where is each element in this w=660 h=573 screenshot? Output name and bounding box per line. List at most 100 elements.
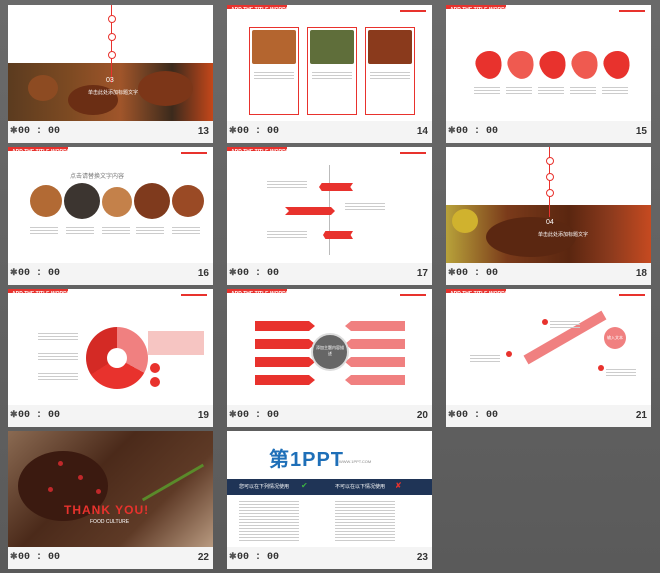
slide-timing: 00 : 00 — [456, 410, 499, 421]
slide-thumbnail-22[interactable]: THANK YOU! FOOD CULTURE ✱ 00 : 00 22 — [8, 431, 213, 569]
slide-footer: ✱ 00 : 00 16 — [8, 263, 213, 285]
slide-thumbnail-19[interactable]: ADD THE TITLE WORDS ✱ 00 : 00 19 — [8, 289, 213, 427]
slide-footer: ✱ 00 : 00 15 — [446, 121, 651, 143]
star-icon[interactable]: ✱ — [10, 125, 18, 136]
caption-lines — [254, 72, 294, 80]
caption-lines — [38, 373, 78, 381]
marker-dot — [598, 365, 604, 371]
leaf-shape — [536, 48, 570, 82]
slide-number: 18 — [635, 268, 647, 279]
accent-line — [181, 152, 207, 154]
slide-preview: ADD THE TITLE WORDS 点击请替换文字内容 — [8, 147, 213, 263]
timeline-dot — [546, 189, 554, 197]
slide-footer: ✱ 00 : 00 19 — [8, 405, 213, 427]
forbidden-heading: 不可以在以下情况使用 — [335, 484, 386, 490]
overlay-number: 03 — [106, 77, 114, 84]
pie-center — [107, 348, 127, 368]
header-label: ADD THE TITLE WORDS — [12, 291, 71, 297]
slide-timing: 00 : 00 — [237, 268, 280, 279]
star-icon[interactable]: ✱ — [229, 409, 237, 420]
slide-thumbnail-17[interactable]: ADD THE TITLE WORDS ✱ 00 : 00 17 — [227, 147, 432, 285]
slide-number: 23 — [416, 552, 428, 563]
star-icon[interactable]: ✱ — [229, 551, 237, 562]
food-circle — [30, 185, 62, 217]
arrow-bar — [255, 375, 315, 385]
food-circle — [134, 183, 170, 219]
slide-footer: ✱ 00 : 00 20 — [227, 405, 432, 427]
slide-timing: 00 : 00 — [18, 410, 61, 421]
timeline-dot — [108, 51, 116, 59]
caption-lines — [136, 227, 164, 235]
pepper-dot — [96, 489, 101, 494]
accent-line — [619, 10, 645, 12]
star-icon[interactable]: ✱ — [448, 125, 456, 136]
timeline-dot — [546, 157, 554, 165]
caption-lines — [570, 87, 596, 95]
slide-timing: 00 : 00 — [237, 552, 280, 563]
slide-thumbnail-15[interactable]: ADD THE TITLE WORDS ✱ 00 : 00 15 — [446, 5, 651, 143]
star-icon[interactable]: ✱ — [10, 267, 18, 278]
arrow-bar — [255, 357, 315, 367]
slide-thumbnail-21[interactable]: ADD THE TITLE WORDS 输入文本 ✱ 00 : 00 21 — [446, 289, 651, 427]
caption-lines — [38, 353, 78, 361]
slide-preview: ADD THE TITLE WORDS — [227, 5, 432, 121]
ribbon — [323, 231, 353, 239]
ribbon — [319, 183, 353, 191]
center-text: 添加主题内容描述 — [316, 345, 344, 356]
leaf-shape — [568, 48, 602, 82]
caption-lines — [30, 227, 58, 235]
food-photo — [310, 30, 354, 64]
slide-number: 22 — [197, 552, 209, 563]
accent-line — [619, 294, 645, 296]
slide-thumbnail-14[interactable]: ADD THE TITLE WORDS ✱ 00 : 00 14 — [227, 5, 432, 143]
growth-arrow — [523, 310, 607, 365]
caption-lines — [470, 355, 500, 363]
caption-lines — [370, 72, 410, 80]
arrow-bar — [345, 375, 405, 385]
caption-lines — [506, 87, 532, 95]
slide-thumbnail-20[interactable]: ADD THE TITLE WORDS 添加主题内容描述 ✱ 00 : 00 2… — [227, 289, 432, 427]
photo-card — [307, 27, 357, 115]
star-icon[interactable]: ✱ — [229, 125, 237, 136]
steak-shape — [138, 71, 193, 106]
leaf-shape — [504, 48, 538, 82]
star-icon[interactable]: ✱ — [229, 267, 237, 278]
slide-footer: ✱ 00 : 00 17 — [227, 263, 432, 285]
slide-thumbnail-23[interactable]: 第1PPT WWW.1PPT.COM 您可以在下列情况使用 不可以在以下情况使用… — [227, 431, 432, 569]
info-box — [148, 331, 204, 355]
slide-footer: ✱ 00 : 00 14 — [227, 121, 432, 143]
slide-preview: 04 单击此处添加标题文字 — [446, 147, 651, 263]
accent-line — [400, 152, 426, 154]
slide-preview: ADD THE TITLE WORDS — [8, 289, 213, 405]
brand-url: WWW.1PPT.COM — [339, 459, 372, 464]
timeline-dot — [108, 33, 116, 41]
slide-thumbnail-16[interactable]: ADD THE TITLE WORDS 点击请替换文字内容 ✱ 00 : 00 … — [8, 147, 213, 285]
allowed-heading: 您可以在下列情况使用 — [239, 484, 290, 490]
slide-timing: 00 : 00 — [456, 268, 499, 279]
slide-number: 15 — [635, 126, 647, 137]
slide-thumbnail-18[interactable]: 04 单击此处添加标题文字 ✱ 00 : 00 18 — [446, 147, 651, 285]
cross-icon: ✘ — [395, 481, 402, 490]
star-icon[interactable]: ✱ — [448, 267, 456, 278]
slide-timing: 00 : 00 — [18, 268, 61, 279]
photo-card — [249, 27, 299, 115]
slide-preview: ADD THE TITLE WORDS — [227, 147, 432, 263]
food-circle — [102, 187, 132, 217]
ribbon — [285, 207, 335, 215]
check-icon: ✔ — [301, 481, 308, 490]
overlay-number: 04 — [546, 219, 554, 226]
star-icon[interactable]: ✱ — [448, 409, 456, 420]
star-icon[interactable]: ✱ — [10, 551, 18, 562]
slide-number: 17 — [416, 268, 428, 279]
food-shape — [28, 75, 58, 101]
header-label: ADD THE TITLE WORDS — [231, 291, 290, 297]
timeline-dot — [546, 173, 554, 181]
arrow-bar — [255, 339, 315, 349]
caption-lines — [102, 227, 130, 235]
star-icon[interactable]: ✱ — [10, 409, 18, 420]
slide-number: 20 — [416, 410, 428, 421]
leaf-shape — [472, 48, 506, 82]
slide-preview: ADD THE TITLE WORDS — [446, 5, 651, 121]
slide-thumbnail-13[interactable]: 03 单击此处添加标题文字 ✱ 00 : 00 13 — [8, 5, 213, 143]
slide-number: 21 — [635, 410, 647, 421]
